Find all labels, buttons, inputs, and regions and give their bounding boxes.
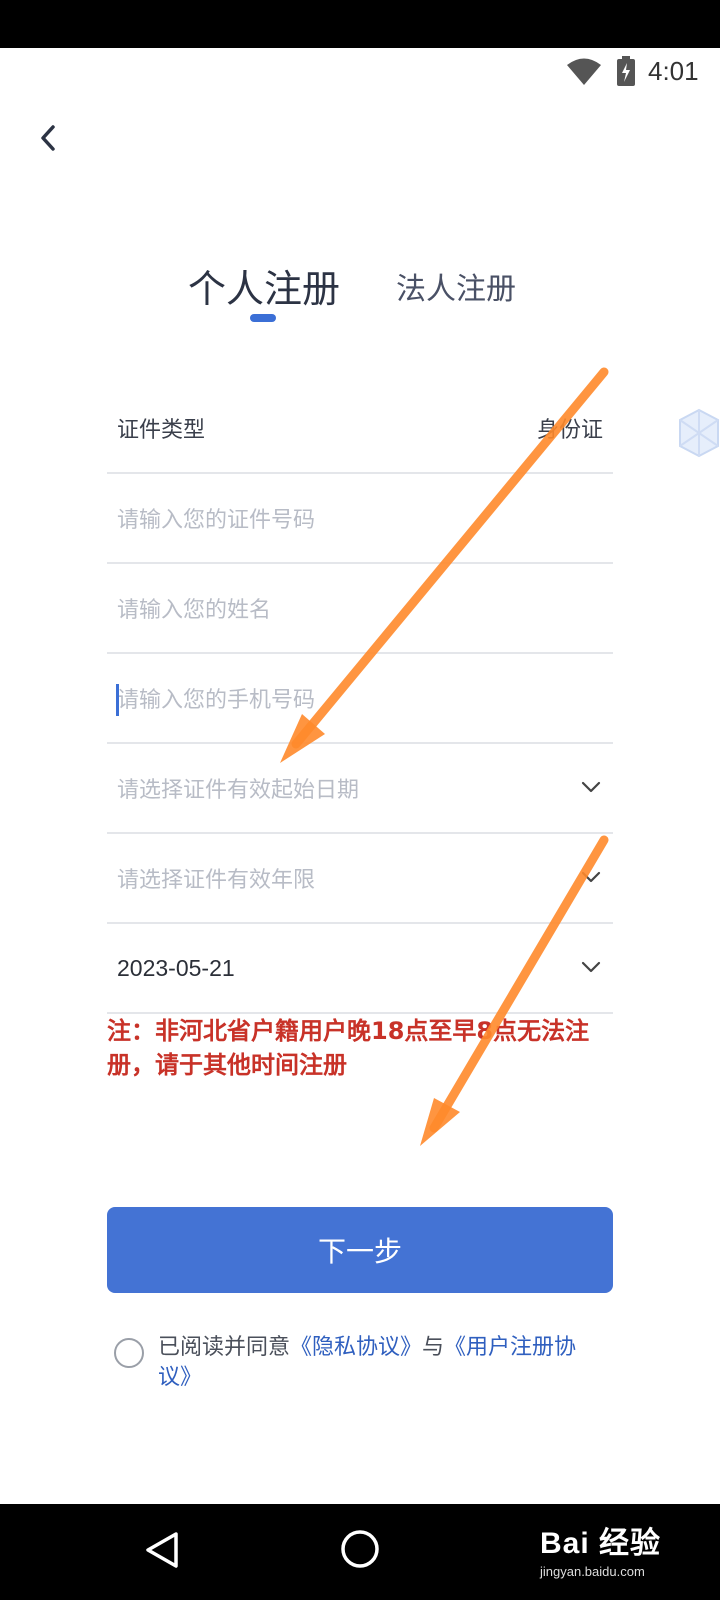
chevron-down-icon: [581, 961, 601, 973]
phone-field[interactable]: 请输入您的手机号码: [107, 654, 613, 744]
watermark-sub: jingyan.baidu.com: [540, 1564, 645, 1579]
top-black-bar: [0, 0, 720, 48]
chevron-down-icon: [581, 871, 601, 883]
tab-legal-registration[interactable]: 法人注册: [396, 264, 516, 308]
agreement-checkbox[interactable]: [114, 1338, 144, 1368]
id-type-label: 证件类型: [117, 418, 206, 443]
chevron-down-icon: [581, 781, 601, 793]
name-field[interactable]: 请输入您的姓名: [107, 564, 613, 654]
nav-back-icon[interactable]: [140, 1528, 184, 1572]
chevron-left-icon: [41, 125, 55, 151]
id-number-field[interactable]: 请输入您的证件号码: [107, 474, 613, 564]
registration-form: 证件类型 身份证 请输入您的证件号码 请输入您的姓名 请输入您的手机号码 请选择…: [107, 384, 613, 1014]
id-type-value: 身份证: [536, 418, 603, 443]
name-placeholder: 请输入您的姓名: [117, 598, 272, 623]
agreement-prefix: 已阅读并同意: [158, 1335, 291, 1360]
app-screen: 4:01 个人注册 法人注册 证件类型 身份证 请输入您的证件号码 请输入您的姓…: [0, 48, 720, 1504]
wifi-icon: [567, 58, 601, 85]
battery-charging-icon: [617, 56, 635, 86]
next-step-button[interactable]: 下一步: [107, 1207, 613, 1293]
tab-personal-registration[interactable]: 个人注册: [188, 258, 340, 313]
agreement-joiner: 与: [422, 1335, 445, 1360]
date-dropdown[interactable]: 2023-05-21: [107, 924, 613, 1014]
id-number-placeholder: 请输入您的证件号码: [117, 508, 316, 533]
id-validity-placeholder: 请选择证件有效年限: [117, 868, 316, 893]
status-bar: 4:01: [0, 48, 720, 96]
privacy-agreement-link[interactable]: 《隐私协议》: [290, 1335, 422, 1360]
text-cursor: [116, 684, 119, 716]
phone-placeholder: 请输入您的手机号码: [117, 688, 316, 713]
id-start-date-dropdown[interactable]: 请选择证件有效起始日期: [107, 744, 613, 834]
status-time: 4:01: [648, 56, 699, 86]
id-validity-dropdown[interactable]: 请选择证件有效年限: [107, 834, 613, 924]
agreement-text: 已阅读并同意《隐私协议》与《用户注册协议》: [158, 1333, 608, 1393]
registration-notice: 注：非河北省户籍用户晚18点至早8点无法注册，请于其他时间注册: [107, 1017, 590, 1079]
id-start-date-placeholder: 请选择证件有效起始日期: [117, 778, 360, 803]
nav-home-icon[interactable]: [339, 1528, 381, 1570]
back-button[interactable]: [30, 120, 66, 156]
active-tab-indicator: [250, 314, 276, 322]
system-nav-bar: Bai 经验 jingyan.baidu.com: [0, 1504, 720, 1600]
watermark-main: Bai 经验: [540, 1527, 662, 1560]
baidu-jingyan-watermark: Bai 经验 jingyan.baidu.com: [540, 1518, 661, 1579]
date-value: 2023-05-21: [117, 954, 235, 981]
cube-logo-icon: [679, 408, 719, 458]
id-type-selector[interactable]: 证件类型 身份证: [107, 384, 613, 474]
